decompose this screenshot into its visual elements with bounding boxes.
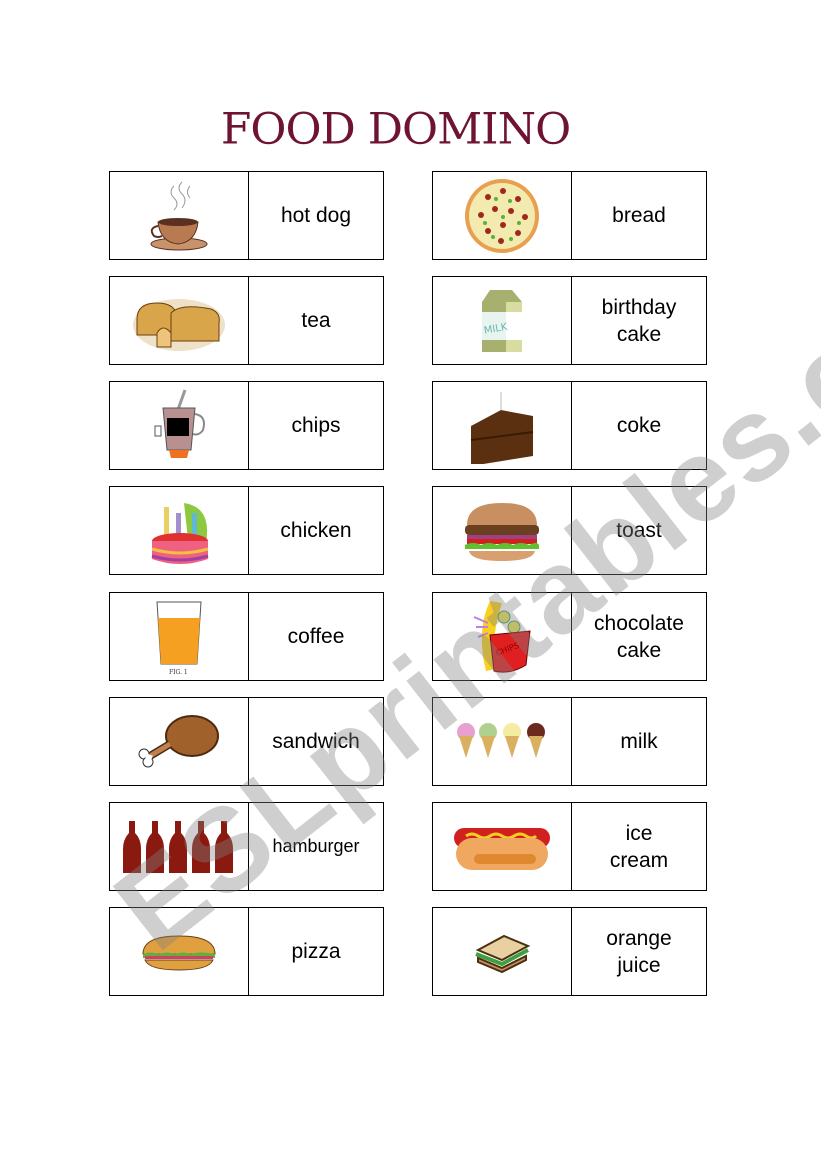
domino-card: sandwich: [109, 697, 384, 786]
domino-card: orange juice: [432, 907, 707, 996]
domino-card: ice cream: [432, 802, 707, 891]
domino-word: milk: [620, 730, 658, 753]
domino-card: hot dog: [109, 171, 384, 260]
ice-cream-cones-icon: [433, 698, 572, 785]
domino-card: toast: [432, 486, 707, 575]
domino-word: chocolate cake: [594, 611, 684, 662]
domino-card: chips: [109, 381, 384, 470]
coke-bottles-icon: [110, 803, 249, 890]
bread-loaves-icon: [110, 277, 249, 364]
chips-bag-icon: CHIPS: [433, 593, 572, 680]
hot-dog-icon: [433, 803, 572, 890]
chicken-leg-icon: [110, 698, 249, 785]
domino-card: hamburger: [109, 802, 384, 891]
domino-word: birthday cake: [601, 295, 677, 346]
svg-text:FIG. 1: FIG. 1: [169, 669, 188, 676]
domino-card: MILK birthday cake: [432, 276, 707, 365]
coffee-cup-icon: [110, 172, 249, 259]
birthday-cake-icon: [110, 487, 249, 574]
domino-word: chicken: [280, 519, 352, 542]
domino-card: chicken: [109, 486, 384, 575]
domino-card: bread: [432, 171, 707, 260]
domino-word: toast: [616, 519, 662, 542]
milk-carton-icon: MILK: [433, 277, 572, 364]
sandwich-icon: [433, 908, 572, 995]
sub-sandwich-icon: [110, 908, 249, 995]
orange-juice-glass-icon: FIG. 1: [110, 593, 249, 680]
domino-word: ice cream: [609, 821, 669, 872]
domino-word: bread: [612, 204, 666, 227]
domino-word: chips: [291, 414, 341, 437]
hamburger-icon: [433, 487, 572, 574]
domino-card: milk: [432, 697, 707, 786]
domino-word: sandwich: [272, 730, 360, 753]
domino-word: hamburger: [272, 836, 360, 856]
domino-card: FIG. 1 coffee: [109, 592, 384, 681]
domino-word: coke: [616, 414, 662, 437]
chocolate-cake-slice-icon: [433, 382, 572, 469]
domino-card: CHIPS chocolate cake: [432, 592, 707, 681]
domino-card: coke: [432, 381, 707, 470]
domino-word: coffee: [287, 625, 345, 648]
tea-mug-icon: [110, 382, 249, 469]
domino-word: pizza: [291, 940, 341, 963]
domino-word: hot dog: [280, 204, 352, 227]
domino-word: tea: [301, 309, 331, 332]
pizza-icon: [433, 172, 572, 259]
page-title: FOOD DOMINO: [220, 104, 571, 155]
domino-card: tea: [109, 276, 384, 365]
domino-card: pizza: [109, 907, 384, 996]
domino-word: orange juice: [606, 926, 672, 977]
